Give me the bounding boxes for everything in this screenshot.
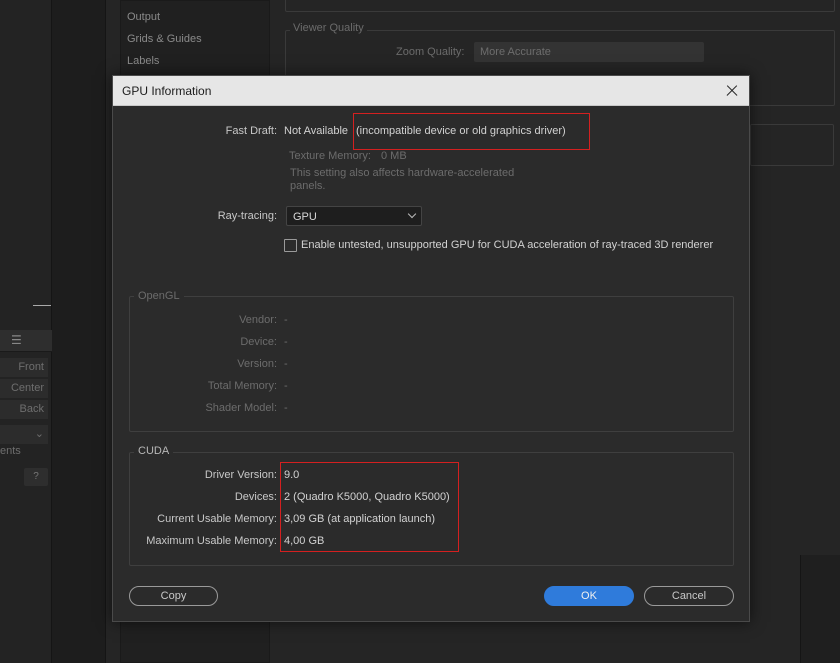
setting-note-line2: panels. — [290, 180, 326, 192]
sidebar-item-grids-guides[interactable]: Grids & Guides — [127, 33, 202, 45]
chevron-down-icon — [407, 209, 417, 219]
fast-draft-status: Not Available — [284, 125, 349, 137]
cuda-current-memory-label: Current Usable Memory: — [157, 513, 277, 525]
view-button-front[interactable]: Front — [0, 358, 48, 377]
cuda-group-title: CUDA — [134, 445, 174, 457]
sidebar-item-output[interactable]: Output — [127, 11, 160, 23]
view-button-back[interactable]: Back — [0, 400, 48, 419]
view-panel-header — [0, 330, 52, 352]
dialog-title: GPU Information — [122, 84, 212, 98]
enable-untested-gpu-checkbox[interactable] — [284, 239, 297, 252]
view-button-center[interactable]: Center — [0, 379, 48, 398]
opengl-vendor-label: Vendor: — [239, 314, 277, 326]
copy-button[interactable]: Copy — [129, 586, 218, 606]
help-button[interactable]: ? — [24, 468, 48, 486]
dialog-titlebar: GPU Information — [113, 76, 749, 106]
preferences-footer-strip — [800, 555, 840, 663]
setting-note-line1: This setting also affects hardware-accel… — [290, 167, 515, 179]
highlight-box-cuda — [280, 462, 459, 552]
opengl-version-label: Version: — [237, 358, 277, 370]
opengl-shader-model-label: Shader Model: — [205, 402, 277, 414]
cuda-max-memory-label: Maximum Usable Memory: — [146, 535, 277, 547]
cancel-button[interactable]: Cancel — [644, 586, 734, 606]
opengl-device-label: Device: — [240, 336, 277, 348]
view-dropdown[interactable]: ⌄ — [0, 425, 48, 444]
cuda-driver-version-label: Driver Version: — [204, 469, 277, 481]
close-icon[interactable] — [721, 80, 743, 102]
preferences-section-box-2 — [750, 124, 834, 166]
cuda-devices-label: Devices: — [234, 491, 277, 503]
opengl-version-value: - — [284, 358, 288, 370]
sidebar-item-labels[interactable]: Labels — [127, 55, 159, 67]
opengl-vendor-value: - — [284, 314, 288, 326]
ok-button[interactable]: OK — [544, 586, 634, 606]
viewer-quality-label: Viewer Quality — [290, 22, 367, 34]
texture-memory-value: 0 MB — [381, 150, 407, 162]
texture-memory-label: Texture Memory: — [289, 150, 371, 162]
zoom-quality-select[interactable]: More Accurate — [474, 42, 704, 62]
opengl-group-title: OpenGL — [134, 290, 184, 302]
ray-tracing-selected: GPU — [293, 211, 317, 223]
ray-tracing-label: Ray-tracing: — [217, 210, 277, 222]
panel-menu-icon[interactable]: ☰ — [11, 333, 22, 347]
opengl-total-memory-label: Total Memory: — [207, 380, 277, 392]
opengl-device-value: - — [284, 336, 288, 348]
preferences-section-box — [285, 0, 835, 12]
fast-draft-label: Fast Draft: — [225, 125, 277, 137]
ray-tracing-select[interactable]: GPU — [286, 206, 422, 226]
panel-side-text: ents — [0, 445, 21, 457]
highlight-box-fast-draft — [353, 113, 590, 150]
gpu-information-dialog: GPU Information Fast Draft: Not Availabl… — [112, 75, 750, 622]
opengl-total-memory-value: - — [284, 380, 288, 392]
zoom-quality-label: Zoom Quality: — [396, 46, 465, 58]
panel-divider — [33, 305, 51, 306]
opengl-shader-model-value: - — [284, 402, 288, 414]
chevron-down-icon: ⌄ — [34, 428, 44, 440]
enable-untested-gpu-label[interactable]: Enable untested, unsupported GPU for CUD… — [301, 239, 713, 251]
